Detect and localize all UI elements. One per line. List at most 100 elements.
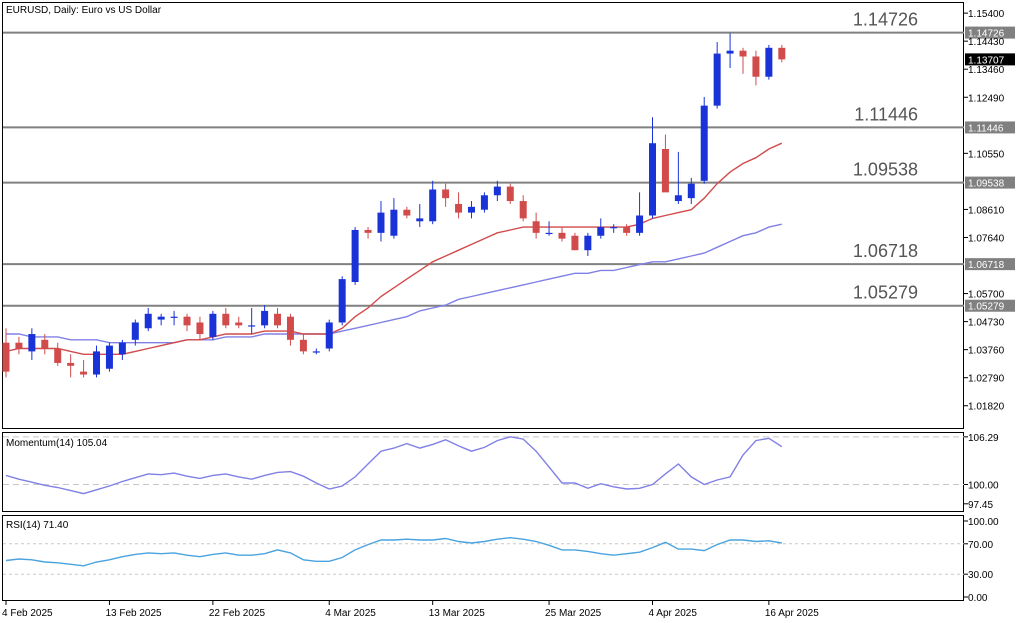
- candle-body: [571, 235, 579, 251]
- candle-body: [105, 345, 113, 369]
- date-label: 22 Feb 2025: [209, 608, 266, 619]
- date-label: 4 Apr 2025: [649, 608, 698, 619]
- candle-body: [700, 105, 708, 181]
- price-axis-label: 1.12490: [968, 93, 1005, 104]
- price-axis-label: 1.07640: [968, 233, 1005, 244]
- candle-body: [28, 334, 36, 352]
- price-axis-label: 1.01820: [968, 402, 1005, 413]
- candle-body: [338, 279, 346, 323]
- candle-body: [390, 209, 398, 236]
- rsi-axis-label: 0.00: [968, 593, 988, 604]
- candle-body: [649, 143, 656, 216]
- candles: [2, 33, 786, 378]
- candle-body: [506, 186, 514, 202]
- momentum-axis-label: 97.45: [968, 500, 993, 511]
- candle-body: [713, 53, 721, 106]
- candle-body: [170, 316, 178, 318]
- price-level-tag-text: 1.06718: [968, 260, 1005, 271]
- candle-body: [261, 310, 269, 326]
- candle-body: [455, 203, 463, 213]
- date-label: 4 Feb 2025: [2, 608, 53, 619]
- rsi-axis-label: 100.00: [968, 517, 999, 528]
- candle-body: [235, 322, 243, 326]
- candle-body: [248, 325, 256, 327]
- candle-body: [739, 50, 747, 57]
- candle-body: [584, 235, 592, 251]
- candle-body: [661, 149, 669, 193]
- price-axis-label: 1.15400: [968, 9, 1005, 20]
- price-axis-label: 1.04730: [968, 318, 1005, 329]
- candle-body: [325, 322, 333, 349]
- current-price-label: 1.13707: [968, 55, 1005, 66]
- price-level-tag-text: 1.09538: [968, 179, 1005, 190]
- candle-body: [726, 50, 734, 54]
- candle-body: [493, 186, 501, 196]
- price-axis-label: 1.13460: [968, 65, 1005, 76]
- price-axis-label: 1.10550: [968, 149, 1005, 160]
- momentum-axis-label: 100.00: [968, 480, 999, 491]
- main-pane-frame: [2, 2, 964, 429]
- price-axis-label: 1.14430: [968, 37, 1005, 48]
- price-level-label: 1.09538: [853, 160, 918, 180]
- candle-body: [442, 189, 450, 199]
- candle-body: [545, 232, 553, 235]
- momentum-indicator: [3, 436, 964, 495]
- rsi-title: RSI(14) 71.40: [6, 520, 69, 531]
- price-axis-label: 1.02790: [968, 374, 1005, 385]
- candle-body: [597, 227, 605, 236]
- date-axis: 4 Feb 2025 13 Feb 2025 22 Feb 2025 4 Mar 20…: [2, 601, 819, 619]
- candle-body: [93, 351, 101, 375]
- momentum-title: Momentum(14) 105.04: [6, 438, 108, 449]
- candle-body: [674, 195, 682, 202]
- trading-chart[interactable]: 1.147261.147261.114461.114461.095381.095…: [0, 0, 1024, 623]
- price-levels: 1.147261.147261.114461.114461.095381.095…: [3, 10, 1015, 313]
- candle-body: [636, 215, 644, 233]
- candle-body: [274, 313, 282, 326]
- candle-body: [519, 201, 527, 219]
- candle-body: [752, 56, 760, 77]
- candle-body: [131, 322, 139, 340]
- candle-body: [41, 339, 49, 349]
- rsi-axis-label: 30.00: [968, 570, 993, 581]
- candle-body: [532, 221, 540, 233]
- candle-body: [67, 362, 75, 366]
- candle-body: [778, 47, 786, 60]
- candle-body: [351, 229, 359, 282]
- candle-body: [144, 313, 152, 329]
- price-level-label: 1.05279: [853, 283, 918, 303]
- candle-body: [416, 218, 424, 222]
- candle-body: [364, 229, 372, 233]
- candle-body: [15, 342, 23, 349]
- candle-body: [209, 313, 217, 337]
- main-chart-title: EURUSD, Daily: Euro vs US Dollar: [6, 5, 162, 16]
- candle-body: [377, 212, 385, 233]
- date-label: 25 Mar 2025: [545, 608, 602, 619]
- candle-body: [286, 316, 294, 340]
- candle-body: [2, 342, 10, 372]
- candle-body: [118, 342, 126, 355]
- rsi-pane-frame: [2, 515, 964, 601]
- candle-body: [467, 206, 475, 213]
- date-label: 13 Mar 2025: [429, 608, 486, 619]
- candle-body: [54, 348, 62, 363]
- candle-body: [183, 316, 191, 326]
- candle-body: [765, 47, 773, 77]
- rsi-indicator: [3, 536, 964, 575]
- candle-body: [312, 351, 320, 353]
- price-level-tag-text: 1.11446: [968, 123, 1004, 134]
- candle-body: [157, 316, 165, 320]
- candle-body: [222, 313, 230, 326]
- price-level-tag-text: 1.05279: [968, 302, 1005, 313]
- date-label: 13 Feb 2025: [105, 608, 162, 619]
- rsi-axis-label: 70.00: [968, 540, 993, 551]
- candle-body: [299, 339, 307, 352]
- slow-moving-average-line: [6, 223, 782, 344]
- candle-body: [429, 189, 437, 222]
- price-axis-label: 1.05700: [968, 290, 1005, 301]
- price-axis-label: 1.08610: [968, 205, 1005, 216]
- momentum-axis-label: 106.29: [968, 433, 999, 444]
- candle-body: [80, 371, 88, 375]
- candle-body: [687, 183, 695, 199]
- rsi-line: [5, 536, 782, 567]
- candle-body: [403, 209, 411, 216]
